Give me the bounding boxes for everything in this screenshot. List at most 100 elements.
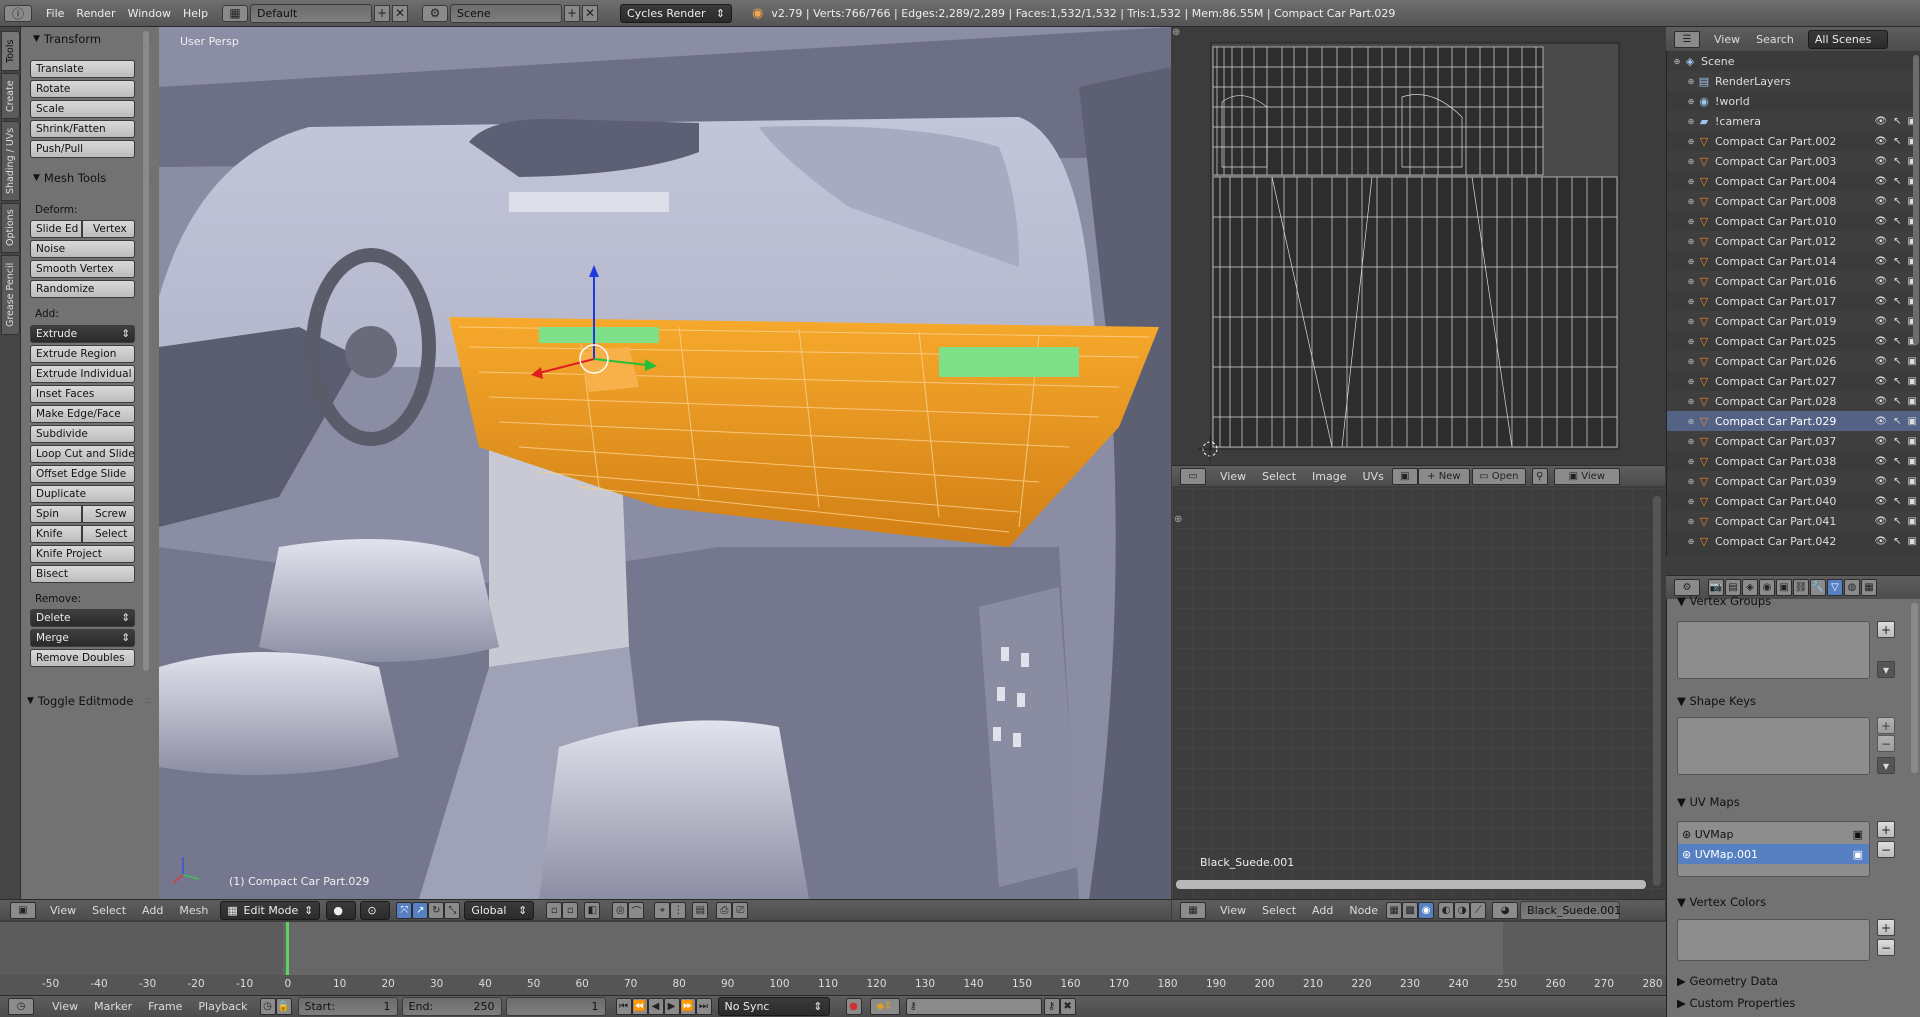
outliner-item[interactable]: ⊕▽Compact Car Part.004👁↖▣ bbox=[1667, 171, 1920, 191]
region-toggle-icon[interactable]: ⊕ bbox=[1172, 27, 1184, 39]
selectable-cursor-icon[interactable]: ↖ bbox=[1893, 236, 1901, 247]
add-uv-map-icon[interactable]: + bbox=[1877, 821, 1895, 838]
tab-options[interactable]: Options bbox=[1, 203, 20, 253]
merge-menu[interactable]: Merge ⇕ bbox=[30, 629, 135, 647]
material-browse-icon[interactable]: ◕ bbox=[1492, 901, 1519, 919]
brush-icon[interactable]: ⟋ bbox=[1470, 901, 1487, 919]
editor-type-info-icon[interactable]: ⓘ bbox=[4, 4, 32, 22]
visibility-eye-icon[interactable]: 👁 bbox=[1874, 356, 1887, 367]
expand-toggle-icon[interactable]: ⊕ bbox=[1685, 77, 1697, 86]
selectable-cursor-icon[interactable]: ↖ bbox=[1893, 336, 1901, 347]
outliner-item-name[interactable]: Compact Car Part.004 bbox=[1715, 175, 1836, 188]
node-editor-h-scrollbar[interactable] bbox=[1176, 880, 1646, 889]
screen-layout-field[interactable]: Default bbox=[250, 3, 373, 23]
uv-maps-list[interactable]: ⊛ UVMap ▣ ⊛ UVMap.001 ▣ bbox=[1677, 821, 1870, 877]
selectable-cursor-icon[interactable]: ↖ bbox=[1893, 176, 1901, 187]
menu-select[interactable]: Select bbox=[84, 904, 134, 917]
outliner-item-name[interactable]: Compact Car Part.017 bbox=[1715, 295, 1836, 308]
next-keyframe-icon[interactable]: ⏩ bbox=[679, 998, 696, 1015]
extrude-individual-button[interactable]: Extrude Individual bbox=[30, 365, 135, 383]
panel-geometry-data-header[interactable]: ▶ Geometry Data bbox=[1671, 971, 1899, 991]
uv-view-mode-select[interactable]: ▣ View bbox=[1553, 467, 1620, 485]
properties-scrollbar[interactable] bbox=[1911, 603, 1918, 773]
rotate-manipulator-icon[interactable]: ↻ bbox=[428, 901, 445, 919]
panel-vertex-groups-header[interactable]: ▼ Vertex Groups bbox=[1671, 591, 1899, 611]
expand-toggle-icon[interactable]: ⊕ bbox=[1685, 377, 1697, 386]
expand-toggle-icon[interactable]: ⊕ bbox=[1685, 97, 1697, 106]
panel-uv-maps-header[interactable]: ▼ UV Maps bbox=[1671, 792, 1899, 812]
render-camera-icon[interactable]: ▣ bbox=[1908, 536, 1917, 547]
outliner-item[interactable]: ⊕ ▽ Compact Car Part.042 👁 ↖ ▣ bbox=[1667, 531, 1920, 551]
expand-toggle-icon[interactable]: ⊕ bbox=[1685, 477, 1697, 486]
open-image-button[interactable]: ▭ Open bbox=[1471, 467, 1526, 485]
expand-toggle-icon[interactable]: ⊕ bbox=[1685, 397, 1697, 406]
outliner-item[interactable]: ⊕▽Compact Car Part.012👁↖▣ bbox=[1667, 231, 1920, 251]
timeline[interactable]: -50 -40 -30 -20 -10 0 10 20 30 40 50 60 70 80 90 100 110… bbox=[0, 922, 1666, 995]
render-camera-icon[interactable]: ▣ bbox=[1908, 436, 1917, 447]
node-menu-add[interactable]: Add bbox=[1304, 904, 1341, 917]
outliner-item[interactable]: ⊕ ▽ Compact Car Part.028 👁 ↖ ▣ bbox=[1667, 391, 1920, 411]
outliner-item[interactable]: ⊕ ▽ Compact Car Part.040 👁 ↖ ▣ bbox=[1667, 491, 1920, 511]
node-editor-v-scrollbar[interactable] bbox=[1653, 496, 1661, 886]
editor-type-uv-icon[interactable]: ▭ bbox=[1180, 467, 1206, 485]
menu-render[interactable]: Render bbox=[70, 4, 121, 23]
spin-button[interactable]: Spin bbox=[30, 505, 82, 523]
tab-shading-uvs[interactable]: Shading / UVs bbox=[1, 121, 20, 201]
timeline-menu-marker[interactable]: Marker bbox=[86, 1000, 140, 1013]
browse-image-icon[interactable]: ▣ bbox=[1391, 467, 1418, 485]
expand-toggle-icon[interactable]: ⊕ bbox=[1685, 297, 1697, 306]
insert-keyframe-icon[interactable]: ⚷ bbox=[1043, 998, 1060, 1015]
panel-transform-header[interactable]: ▼Transform::: bbox=[21, 29, 159, 49]
start-frame-field[interactable]: Start: 1 bbox=[297, 997, 398, 1016]
expand-toggle-icon[interactable]: ⊕ bbox=[1685, 117, 1697, 126]
uv-menu-uvs[interactable]: UVs bbox=[1355, 470, 1392, 483]
outliner-item-name[interactable]: Compact Car Part.026 bbox=[1715, 355, 1836, 368]
expand-toggle-icon[interactable]: ⊕ bbox=[1685, 317, 1697, 326]
visibility-eye-icon[interactable]: 👁 bbox=[1874, 256, 1887, 267]
delete-keyframe-icon[interactable]: ✖ bbox=[1059, 998, 1076, 1015]
menu-view[interactable]: View bbox=[42, 904, 84, 917]
menu-add[interactable]: Add bbox=[134, 904, 171, 917]
selectable-cursor-icon[interactable]: ↖ bbox=[1893, 396, 1901, 407]
selectable-cursor-icon[interactable]: ↖ bbox=[1893, 496, 1901, 507]
timeline-menu-playback[interactable]: Playback bbox=[190, 1000, 255, 1013]
outliner-item[interactable]: ⊕ ▤ RenderLayers bbox=[1667, 71, 1920, 91]
smooth-vertex-button[interactable]: Smooth Vertex bbox=[30, 260, 135, 278]
remove-vertex-color-icon[interactable]: − bbox=[1877, 939, 1895, 956]
make-edge-face-button[interactable]: Make Edge/Face bbox=[30, 405, 135, 423]
outliner-item[interactable]: ⊕▽Compact Car Part.014👁↖▣ bbox=[1667, 251, 1920, 271]
slide-edge-button[interactable]: Slide Ed bbox=[30, 220, 82, 238]
prev-keyframe-icon[interactable]: ⏪ bbox=[631, 998, 648, 1015]
expand-toggle-icon[interactable]: ⊕ bbox=[1685, 137, 1697, 146]
render-camera-icon[interactable]: ▣ bbox=[1908, 376, 1917, 387]
subdivide-button[interactable]: Subdivide bbox=[30, 425, 135, 443]
end-frame-field[interactable]: End: 250 bbox=[401, 997, 502, 1016]
outliner-item-name[interactable]: Compact Car Part.040 bbox=[1715, 495, 1836, 508]
visibility-eye-icon[interactable]: 👁 bbox=[1874, 516, 1887, 527]
snap-element-icon[interactable]: ⋮ bbox=[670, 901, 687, 919]
selectable-cursor-icon[interactable]: ↖ bbox=[1893, 156, 1901, 167]
layer-button-1[interactable]: ▫ bbox=[546, 901, 563, 919]
outliner-item[interactable]: ⊕ ▽ Compact Car Part.026 👁 ↖ ▣ bbox=[1667, 351, 1920, 371]
expand-toggle-icon[interactable]: ⊕ bbox=[1671, 57, 1683, 66]
outliner-item-name[interactable]: Compact Car Part.012 bbox=[1715, 235, 1836, 248]
menu-help[interactable]: Help bbox=[177, 4, 214, 23]
translate-manipulator-icon[interactable]: ↗ bbox=[412, 901, 429, 919]
loop-cut-slide-button[interactable]: Loop Cut and Slide bbox=[30, 445, 135, 463]
tab-grease-pencil[interactable]: Grease Pencil bbox=[1, 255, 20, 335]
editor-type-3d-icon[interactable]: ▣ bbox=[10, 901, 36, 919]
visibility-eye-icon[interactable]: 👁 bbox=[1874, 436, 1887, 447]
outliner-item[interactable]: ⊕▽Compact Car Part.003👁↖▣ bbox=[1667, 151, 1920, 171]
outliner-item-name[interactable]: Compact Car Part.025 bbox=[1715, 335, 1836, 348]
preview-range-icon[interactable]: ◷ bbox=[259, 998, 276, 1015]
render-camera-icon[interactable]: ▣ bbox=[1908, 356, 1917, 367]
outliner-item[interactable]: ⊕ ▽ Compact Car Part.041 👁 ↖ ▣ bbox=[1667, 511, 1920, 531]
outliner-item-name[interactable]: Scene bbox=[1701, 55, 1735, 68]
visibility-eye-icon[interactable]: 👁 bbox=[1874, 136, 1887, 147]
expand-toggle-icon[interactable]: ⊕ bbox=[1685, 177, 1697, 186]
record-icon[interactable]: ● bbox=[845, 998, 862, 1015]
duplicate-button[interactable]: Duplicate bbox=[30, 485, 135, 503]
outliner-item-name[interactable]: Compact Car Part.019 bbox=[1715, 315, 1836, 328]
expand-toggle-icon[interactable]: ⊕ bbox=[1685, 157, 1697, 166]
screw-button[interactable]: Screw bbox=[82, 505, 135, 523]
